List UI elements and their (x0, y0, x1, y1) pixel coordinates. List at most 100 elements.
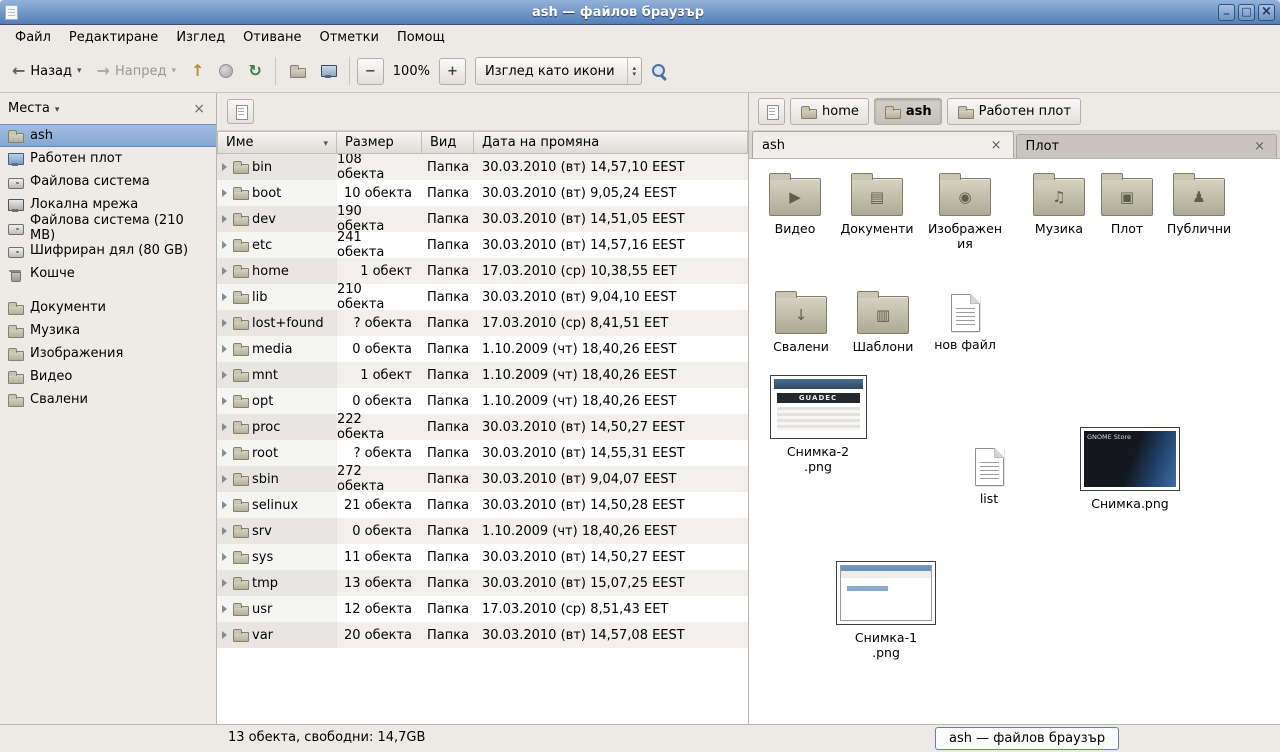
search-button[interactable] (645, 58, 674, 85)
table-row[interactable]: dev 190 обекта Папка 30.03.2010 (вт) 14,… (217, 206, 748, 232)
expander-icon[interactable] (222, 293, 227, 301)
forward-button[interactable]: → Напред ▾ (91, 59, 182, 84)
taskbar-window-button[interactable]: ash — файлов браузър (935, 727, 1119, 750)
expander-icon[interactable] (222, 163, 227, 171)
table-row[interactable]: media 0 обекта Папка 1.10.2009 (чт) 18,4… (217, 336, 748, 362)
file-icon-item[interactable]: ♟ Публични (1159, 171, 1239, 236)
path-button[interactable]: home (790, 98, 869, 125)
icon-grid[interactable]: ▶ Видео ▤ Документи (749, 159, 1280, 724)
expander-icon[interactable] (222, 579, 227, 587)
table-row[interactable]: root ? обекта Папка 30.03.2010 (вт) 14,5… (217, 440, 748, 466)
table-row[interactable]: srv 0 обекта Папка 1.10.2009 (чт) 18,40,… (217, 518, 748, 544)
tab-close-icon[interactable] (989, 139, 1004, 152)
expander-icon[interactable] (222, 345, 227, 353)
column-header-name[interactable]: Име (217, 131, 337, 154)
file-icon-item[interactable]: ▣ Плот (1087, 171, 1167, 236)
file-icon-item[interactable]: GUADEC Снимка-2.png (763, 375, 873, 474)
table-row[interactable]: proc 222 обекта Папка 30.03.2010 (вт) 14… (217, 414, 748, 440)
table-row[interactable]: bin 108 обекта Папка 30.03.2010 (вт) 14,… (217, 154, 748, 180)
table-row[interactable]: sbin 272 обекта Папка 30.03.2010 (вт) 9,… (217, 466, 748, 492)
column-header-date[interactable]: Дата на промяна (474, 131, 748, 154)
places-item[interactable]: Работен плот (0, 147, 216, 170)
file-icon-item[interactable]: ◉ Изображения (927, 171, 1003, 251)
file-icon-item[interactable]: Снимка-1.png (831, 561, 941, 660)
expander-icon[interactable] (222, 397, 227, 405)
file-icon-item[interactable]: ▥ Шаблони (843, 289, 923, 354)
expander-icon[interactable] (222, 267, 227, 275)
zoom-out-button[interactable]: − (357, 58, 384, 85)
tab[interactable]: ash (752, 131, 1014, 158)
table-row[interactable]: lost+found ? обекта Папка 17.03.2010 (ср… (217, 310, 748, 336)
menu-item[interactable]: Помощ (388, 27, 454, 48)
file-icon-item[interactable]: list (949, 443, 1029, 506)
minimize-button[interactable] (1218, 4, 1235, 21)
places-item[interactable]: ash (0, 124, 216, 147)
table-row[interactable]: boot 10 обекта Папка 30.03.2010 (вт) 9,0… (217, 180, 748, 206)
zoom-in-button[interactable]: + (439, 58, 466, 85)
close-button[interactable] (1258, 4, 1275, 21)
pathbar-root-button[interactable] (758, 98, 785, 125)
tab-close-icon[interactable] (1252, 140, 1267, 153)
expander-icon[interactable] (222, 215, 227, 223)
titlebar[interactable]: ash — файлов браузър (0, 0, 1280, 25)
places-item[interactable]: Кошче (0, 262, 216, 285)
expander-icon[interactable] (222, 475, 227, 483)
expander-icon[interactable] (222, 449, 227, 457)
expander-icon[interactable] (222, 241, 227, 249)
file-icon-item[interactable]: ▤ Документи (837, 171, 917, 236)
back-button[interactable]: ← Назад ▾ (6, 59, 88, 84)
expander-icon[interactable] (222, 631, 227, 639)
sidebar-close-icon[interactable] (190, 101, 208, 117)
column-header-type[interactable]: Вид (422, 131, 474, 154)
path-button[interactable]: Работен плот (947, 98, 1081, 125)
expander-icon[interactable] (222, 553, 227, 561)
path-button[interactable]: ash (874, 98, 942, 125)
location-button[interactable] (227, 99, 254, 124)
places-item[interactable]: Файлова система (0, 170, 216, 193)
menu-item[interactable]: Отметки (310, 27, 387, 48)
expander-icon[interactable] (222, 423, 227, 431)
file-icon-item[interactable]: ▶ Видео (755, 171, 835, 236)
expander-icon[interactable] (222, 319, 227, 327)
table-row[interactable]: home 1 обект Папка 17.03.2010 (ср) 10,38… (217, 258, 748, 284)
places-item[interactable]: Видео (0, 365, 216, 388)
places-item[interactable]: Изображения (0, 342, 216, 365)
tab[interactable]: Плот (1016, 134, 1278, 158)
computer-button[interactable] (314, 58, 342, 84)
file-icon-item[interactable]: нов файл (925, 289, 1005, 352)
expander-icon[interactable] (222, 189, 227, 197)
table-row[interactable]: selinux 21 обекта Папка 30.03.2010 (вт) … (217, 492, 748, 518)
column-header-size[interactable]: Размер (337, 131, 422, 154)
table-row[interactable]: mnt 1 обект Папка 1.10.2009 (чт) 18,40,2… (217, 362, 748, 388)
table-row[interactable]: lib 210 обекта Папка 30.03.2010 (вт) 9,0… (217, 284, 748, 310)
places-item[interactable]: Свалени (0, 388, 216, 411)
places-item[interactable]: Шифриран дял (80 GB) (0, 239, 216, 262)
expander-icon[interactable] (222, 527, 227, 535)
sidebar-title[interactable]: Места (8, 101, 50, 116)
chevron-down-icon[interactable] (55, 101, 60, 116)
expander-icon[interactable] (222, 605, 227, 613)
table-row[interactable]: opt 0 обекта Папка 1.10.2009 (чт) 18,40,… (217, 388, 748, 414)
places-item[interactable]: Музика (0, 319, 216, 342)
stop-button[interactable] (213, 59, 239, 83)
places-item[interactable]: Документи (0, 296, 216, 319)
table-row[interactable]: var 20 обекта Папка 30.03.2010 (вт) 14,5… (217, 622, 748, 648)
back-dropdown-icon[interactable]: ▾ (77, 66, 82, 76)
view-mode-select[interactable]: Изглед като икони (475, 57, 642, 85)
table-row[interactable]: sys 11 обекта Папка 30.03.2010 (вт) 14,5… (217, 544, 748, 570)
file-icon-item[interactable]: GNOME Store Снимка.png (1075, 427, 1185, 511)
expander-icon[interactable] (222, 371, 227, 379)
table-row[interactable]: tmp 13 обекта Папка 30.03.2010 (вт) 15,0… (217, 570, 748, 596)
table-row[interactable]: etc 241 обекта Папка 30.03.2010 (вт) 14,… (217, 232, 748, 258)
table-row[interactable]: usr 12 обекта Папка 17.03.2010 (ср) 8,51… (217, 596, 748, 622)
maximize-button[interactable] (1238, 4, 1255, 21)
home-button[interactable] (283, 58, 311, 84)
expander-icon[interactable] (222, 501, 227, 509)
menu-item[interactable]: Отиване (234, 27, 310, 48)
up-button[interactable]: ↑ (185, 59, 210, 83)
places-item[interactable]: Файлова система (210 MB) (0, 216, 216, 239)
menu-item[interactable]: Файл (6, 27, 60, 48)
reload-button[interactable]: ↻ (242, 59, 267, 83)
file-icon-item[interactable]: ↓ Свалени (761, 289, 841, 354)
menu-item[interactable]: Редактиране (60, 27, 167, 48)
